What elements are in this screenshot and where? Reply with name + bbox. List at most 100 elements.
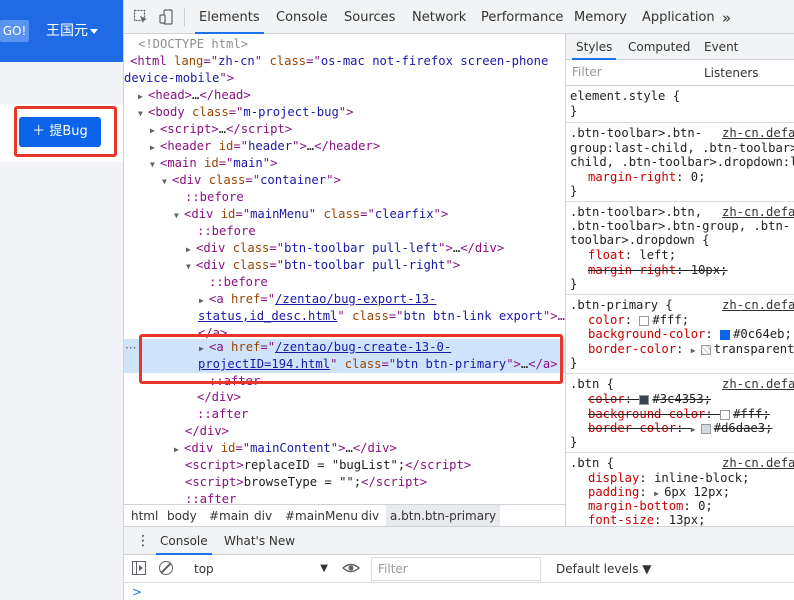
rule-selector[interactable]: .btn-toolbar>.btn,: [570, 205, 702, 220]
breadcrumb-item[interactable]: html: [127, 505, 162, 527]
expand-arrow-icon[interactable]: ▶: [174, 441, 184, 458]
go-button[interactable]: GO!: [0, 20, 29, 42]
tree-line-body[interactable]: ▼ <body class="m-project-bug">: [138, 104, 353, 121]
breadcrumb-item[interactable]: div: [250, 505, 276, 527]
tree-line-toolbar-right[interactable]: ▼ <div class="btn-toolbar pull-right">: [186, 257, 460, 274]
collapse-arrow-icon[interactable]: ▼: [162, 173, 172, 190]
tree-line-after[interactable]: ::after: [185, 491, 236, 504]
collapse-arrow-icon[interactable]: ▼: [186, 258, 196, 275]
dom-tree[interactable]: <!DOCTYPE html> <html lang="zh-cn" class…: [124, 34, 565, 504]
tree-line-export-cont[interactable]: status,id_desc.html" class="btn btn-link…: [198, 308, 565, 325]
styles-filter-input[interactable]: Filter: [566, 60, 794, 86]
rule-selector[interactable]: .btn-toolbar>.btn-: [570, 126, 702, 141]
rule-source-link[interactable]: zh-cn.defa: [722, 298, 794, 313]
breadcrumb-item[interactable]: #main: [205, 505, 253, 527]
breadcrumb-item[interactable]: div: [357, 505, 383, 527]
rule-property-overridden[interactable]: margin-right: 10px;: [588, 263, 727, 278]
collapse-arrow-icon[interactable]: ▼: [150, 156, 160, 173]
color-swatch[interactable]: [700, 344, 711, 355]
console-filter-input[interactable]: Filter: [371, 557, 541, 581]
rule-property[interactable]: margin-right: 0;: [588, 170, 705, 185]
rule-source-link[interactable]: zh-cn.defa: [722, 456, 794, 471]
tab-application[interactable]: Application: [642, 0, 715, 34]
rule-property[interactable]: color: #fff;: [588, 313, 689, 328]
user-menu[interactable]: 王国元: [46, 21, 98, 41]
tab-performance[interactable]: Performance: [481, 0, 563, 34]
color-swatch[interactable]: [700, 423, 711, 434]
expand-arrow-icon[interactable]: ▶: [691, 422, 701, 437]
expand-arrow-icon[interactable]: ▶: [138, 88, 148, 105]
tab-drawer-console[interactable]: Console: [156, 527, 212, 555]
rule-selector[interactable]: .btn-toolbar>.btn-group, .btn-: [570, 219, 790, 234]
collapse-arrow-icon[interactable]: ▼: [138, 105, 148, 122]
tree-line-doctype[interactable]: <!DOCTYPE html>: [138, 36, 248, 53]
rule-selector[interactable]: .btn-primary {: [570, 298, 673, 313]
rule-property[interactable]: display: inline-block;: [588, 471, 749, 486]
tree-line-html[interactable]: <html lang="zh-cn" class="os-mac not-fir…: [130, 53, 548, 70]
rule-selector[interactable]: .btn {: [570, 377, 614, 392]
rule-property[interactable]: border-color: ▶ transparent;: [588, 342, 794, 357]
rule-property[interactable]: background-color: #0c64eb;: [588, 327, 792, 342]
tab-sources[interactable]: Sources: [344, 0, 395, 34]
rule-property-overridden[interactable]: border-color: ▶ #d6dae3;: [588, 421, 772, 436]
drawer-menu-icon[interactable]: ⋮: [136, 527, 150, 555]
tab-console[interactable]: Console: [276, 0, 328, 34]
rule-property[interactable]: font-size: 13px;: [588, 513, 705, 526]
collapse-arrow-icon[interactable]: ▼: [174, 207, 184, 224]
breadcrumb-item[interactable]: body: [163, 505, 201, 527]
rule-source-link[interactable]: zh-cn.defa: [722, 126, 794, 141]
console-prompt[interactable]: >: [132, 585, 142, 599]
breadcrumb-item-active[interactable]: a.btn.btn-primary: [386, 505, 501, 527]
context-select[interactable]: top ▼: [194, 555, 332, 583]
expand-arrow-icon[interactable]: ▶: [150, 139, 160, 156]
tree-line-div-close[interactable]: </div>: [197, 389, 241, 406]
color-swatch[interactable]: [720, 409, 731, 420]
tree-line-before[interactable]: ::before: [197, 223, 256, 240]
expand-arrow-icon[interactable]: ▶: [691, 343, 701, 358]
more-tabs-button[interactable]: »: [722, 0, 731, 34]
tab-network[interactable]: Network: [412, 0, 466, 34]
tree-line-html-cont[interactable]: device-mobile">: [124, 70, 234, 87]
rule-source-link[interactable]: zh-cn.defa: [722, 205, 794, 220]
rule-property-overridden[interactable]: background-color: #fff;: [588, 407, 770, 422]
more-options-dots[interactable]: ···: [125, 342, 136, 354]
tree-line-maincontent[interactable]: ▶ <div id="mainContent">…</div>: [174, 440, 397, 457]
rule-selector[interactable]: child, .btn-toolbar>.dropdown:l: [570, 155, 794, 170]
tree-line-script-browse[interactable]: <script>browseType = "";</script>: [185, 474, 427, 491]
tab-memory[interactable]: Memory: [574, 0, 627, 34]
eye-icon[interactable]: [341, 561, 361, 575]
color-swatch[interactable]: [639, 315, 650, 326]
rule-property[interactable]: float: left;: [588, 248, 676, 263]
rule-property[interactable]: padding: ▶ 6px 12px;: [588, 485, 730, 500]
tree-line-export-link[interactable]: ▶ <a href="/zentao/bug-export-13-: [199, 291, 437, 308]
tree-line-div-close[interactable]: </div>: [185, 423, 229, 440]
tree-line-container[interactable]: ▼ <div class="container">: [162, 172, 341, 189]
tree-line-before[interactable]: ::before: [185, 189, 244, 206]
tree-line-toolbar-left[interactable]: ▶ <div class="btn-toolbar pull-left">…</d…: [186, 240, 504, 257]
tree-line-mainmenu[interactable]: ▼ <div id="mainMenu" class="clearfix">: [174, 206, 448, 223]
tab-styles[interactable]: Styles: [572, 34, 617, 60]
tree-line-script[interactable]: ▶ <script>…</script>: [150, 121, 292, 138]
tab-computed[interactable]: Computed: [628, 34, 690, 60]
rule-property-overridden[interactable]: color: #3c4353;: [588, 392, 711, 407]
element-style-rule[interactable]: element.style {: [570, 89, 680, 104]
rule-selector[interactable]: group:last-child, .btn-toolbar>: [570, 141, 794, 156]
sidebar-toggle-icon[interactable]: [132, 561, 146, 575]
device-toggle-icon[interactable]: [158, 9, 176, 25]
tree-line-head[interactable]: ▶ <head>…</head>: [138, 87, 251, 104]
expand-arrow-icon[interactable]: ▶: [150, 122, 160, 139]
breadcrumb-item[interactable]: #mainMenu: [281, 505, 362, 527]
rule-property[interactable]: margin-bottom: 0;: [588, 499, 713, 514]
rule-source-link[interactable]: zh-cn.defa: [722, 377, 794, 392]
log-levels-dropdown[interactable]: Default levels ▼: [556, 555, 652, 583]
tab-whats-new[interactable]: What's New: [224, 527, 295, 555]
expand-arrow-icon[interactable]: ▶: [186, 241, 196, 258]
tree-line-main[interactable]: ▼ <main id="main">: [150, 155, 277, 172]
tab-elements[interactable]: Elements: [195, 0, 264, 34]
inspect-element-icon[interactable]: [132, 9, 150, 25]
rule-selector[interactable]: .btn {: [570, 456, 614, 471]
color-swatch[interactable]: [639, 394, 650, 405]
clear-console-icon[interactable]: [159, 561, 173, 575]
color-swatch[interactable]: [720, 329, 731, 340]
tree-line-header[interactable]: ▶ <header id="header">…</header>: [150, 138, 380, 155]
